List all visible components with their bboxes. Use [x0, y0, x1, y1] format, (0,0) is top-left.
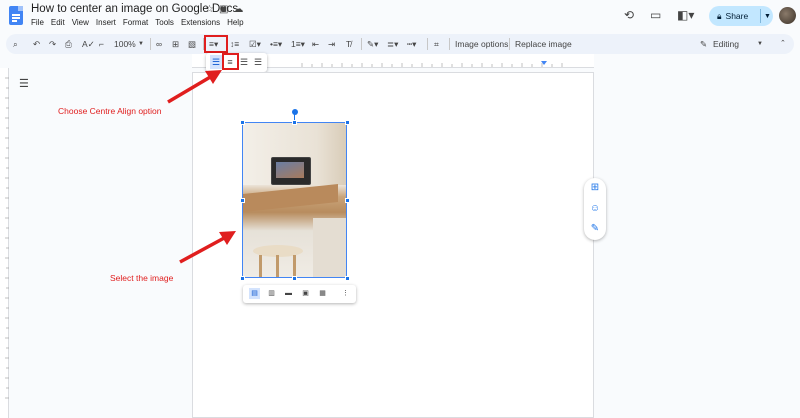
annotation-arrows: [167, 70, 236, 264]
